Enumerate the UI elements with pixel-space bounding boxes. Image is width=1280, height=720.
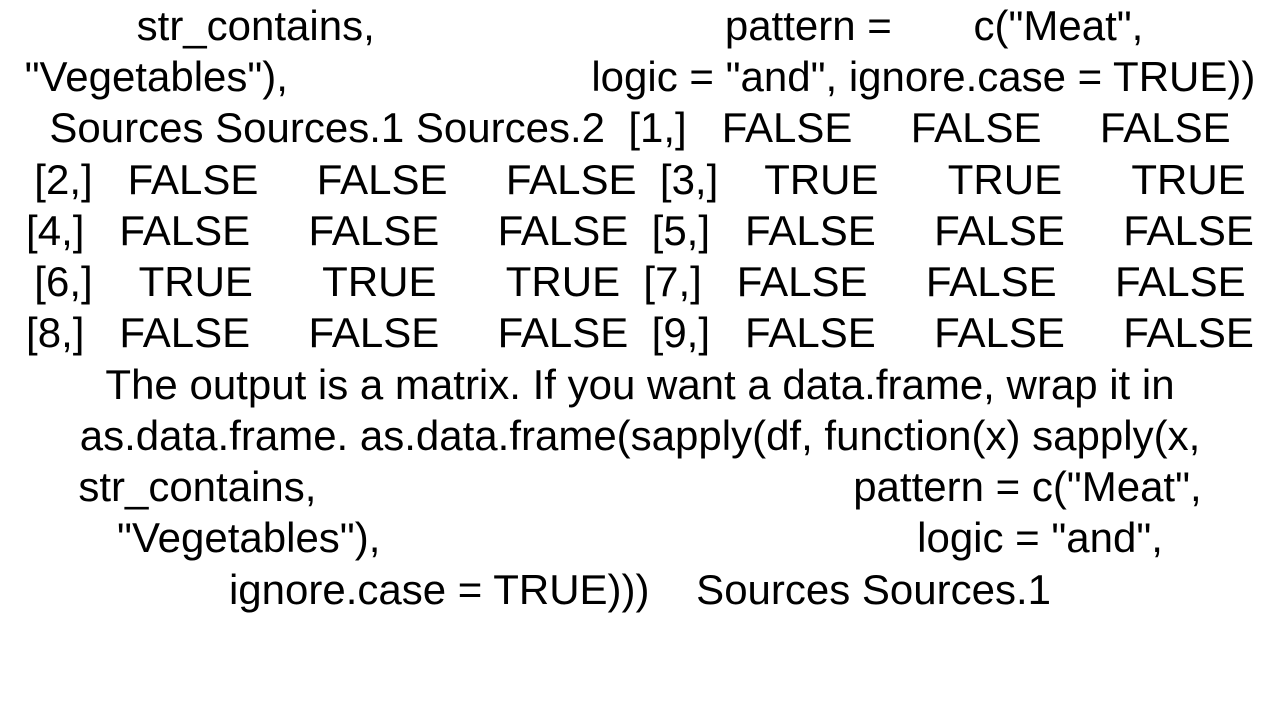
body-text: str_contains, pattern = c("Meat", "Veget… — [24, 0, 1256, 615]
document-body: str_contains, pattern = c("Meat", "Veget… — [0, 0, 1280, 720]
